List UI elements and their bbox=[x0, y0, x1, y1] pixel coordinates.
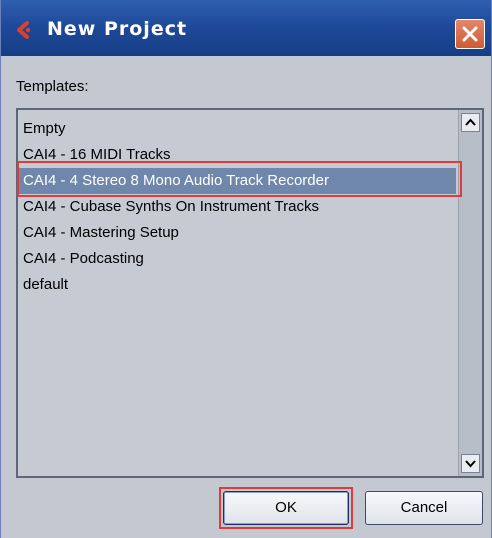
close-button[interactable] bbox=[455, 19, 485, 49]
close-icon bbox=[462, 26, 478, 42]
templates-list: Empty CAI4 - 16 MIDI Tracks CAI4 - 4 Ste… bbox=[18, 116, 456, 298]
chevron-up-icon bbox=[465, 118, 476, 126]
cubase-logo-icon bbox=[15, 21, 33, 39]
cancel-button[interactable]: Cancel bbox=[365, 491, 483, 525]
scroll-down-button[interactable] bbox=[461, 454, 480, 473]
list-item-cubase-synths[interactable]: CAI4 - Cubase Synths On Instrument Track… bbox=[18, 194, 456, 220]
vertical-scrollbar[interactable] bbox=[458, 110, 482, 476]
list-item-default[interactable]: default bbox=[18, 272, 456, 298]
templates-listbox[interactable]: Empty CAI4 - 16 MIDI Tracks CAI4 - 4 Ste… bbox=[16, 108, 484, 478]
list-item-podcasting[interactable]: CAI4 - Podcasting bbox=[18, 246, 456, 272]
list-item-audio-track-recorder[interactable]: CAI4 - 4 Stereo 8 Mono Audio Track Recor… bbox=[18, 168, 456, 194]
templates-label: Templates: bbox=[16, 78, 89, 95]
title-bar[interactable]: New Project bbox=[1, 0, 491, 56]
ok-button[interactable]: OK bbox=[223, 491, 349, 525]
list-item-16-midi-tracks[interactable]: CAI4 - 16 MIDI Tracks bbox=[18, 142, 456, 168]
chevron-down-icon bbox=[465, 460, 476, 468]
window-title: New Project bbox=[47, 18, 188, 40]
scroll-up-button[interactable] bbox=[461, 113, 480, 132]
list-item-mastering-setup[interactable]: CAI4 - Mastering Setup bbox=[18, 220, 456, 246]
new-project-dialog: New Project Templates: Empty CAI4 - 16 M… bbox=[0, 0, 492, 538]
list-item-empty[interactable]: Empty bbox=[18, 116, 456, 142]
